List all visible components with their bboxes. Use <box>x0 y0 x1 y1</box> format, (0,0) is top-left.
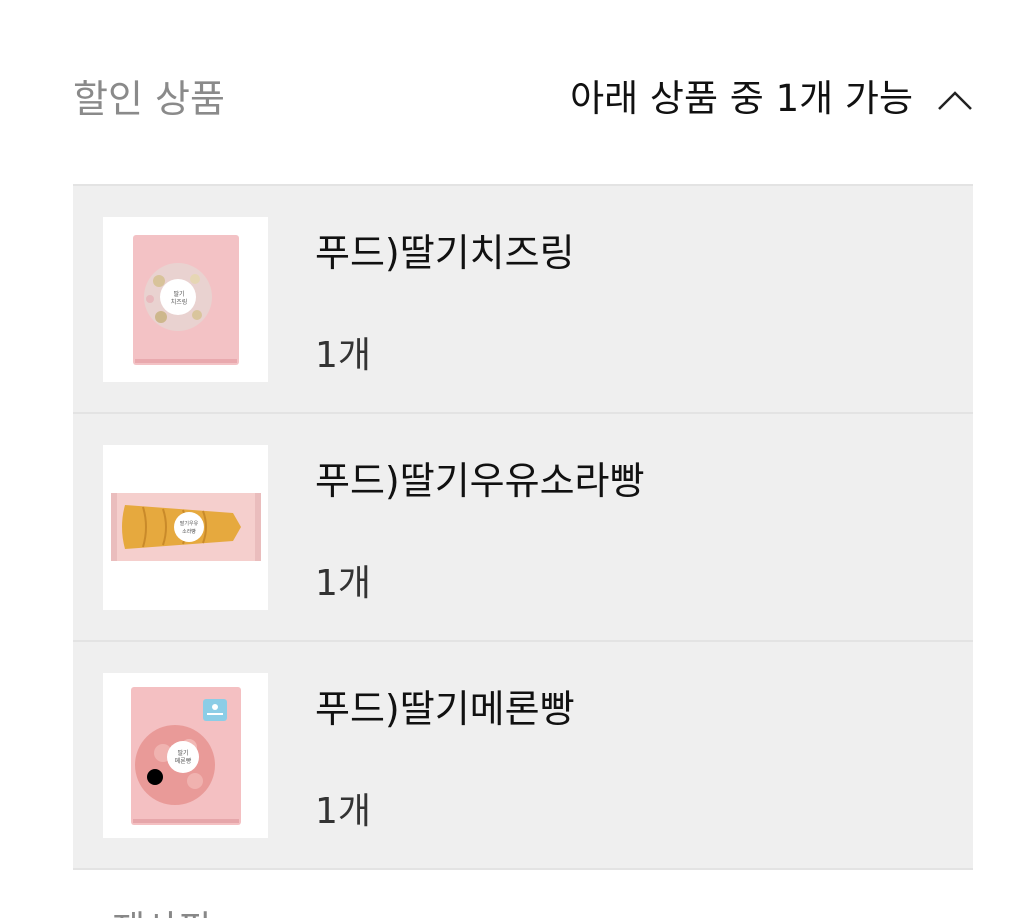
list-item[interactable]: 딸기 메론빵 푸드)딸기메론빵 1개 <box>73 642 973 870</box>
list-item[interactable]: 딸기 치즈링 푸드)딸기치즈링 1개 <box>73 186 973 414</box>
product-image-strawberry-cheese-ring: 딸기 치즈링 <box>103 217 268 382</box>
product-quantity: 1개 <box>315 335 372 376</box>
product-quantity: 1개 <box>315 563 372 604</box>
section-title: 할인 상품 <box>73 76 225 121</box>
discount-products-page: 할인 상품 아래 상품 중 1개 가능 딸기 치즈링 푸드)딸기치즈링 1개 딸… <box>0 0 1031 918</box>
product-image-strawberry-melon-bread: 딸기 메론빵 <box>103 673 268 838</box>
product-name: 푸드)딸기치즈링 <box>315 231 575 275</box>
svg-text:메론빵: 메론빵 <box>175 757 192 765</box>
product-image-strawberry-milk-cone-bread: 딸기우유 소라빵 <box>103 445 268 610</box>
product-quantity: 1개 <box>315 791 372 832</box>
toggle-label: 아래 상품 중 1개 가능 <box>570 77 913 120</box>
list-item[interactable]: 딸기우유 소라빵 푸드)딸기우유소라빵 1개 <box>73 414 973 642</box>
discount-section-header: 할인 상품 아래 상품 중 1개 가능 <box>73 60 973 130</box>
product-name: 푸드)딸기우유소라빵 <box>315 459 645 503</box>
svg-text:소라빵: 소라빵 <box>182 528 196 535</box>
collapse-toggle[interactable]: 아래 상품 중 1개 가능 <box>570 68 973 122</box>
svg-text:딸기: 딸기 <box>173 290 184 298</box>
product-name: 푸드)딸기메론빵 <box>315 687 575 731</box>
svg-text:치즈링: 치즈링 <box>171 298 188 306</box>
chevron-up-icon <box>937 81 973 117</box>
svg-text:딸기우유: 딸기우유 <box>180 520 199 527</box>
next-section-title: 제샤핑 <box>112 900 211 918</box>
svg-text:딸기: 딸기 <box>177 749 188 757</box>
product-list: 딸기 치즈링 푸드)딸기치즈링 1개 딸기우유 소라빵 푸드)딸기우유소라빵 1… <box>73 184 973 870</box>
